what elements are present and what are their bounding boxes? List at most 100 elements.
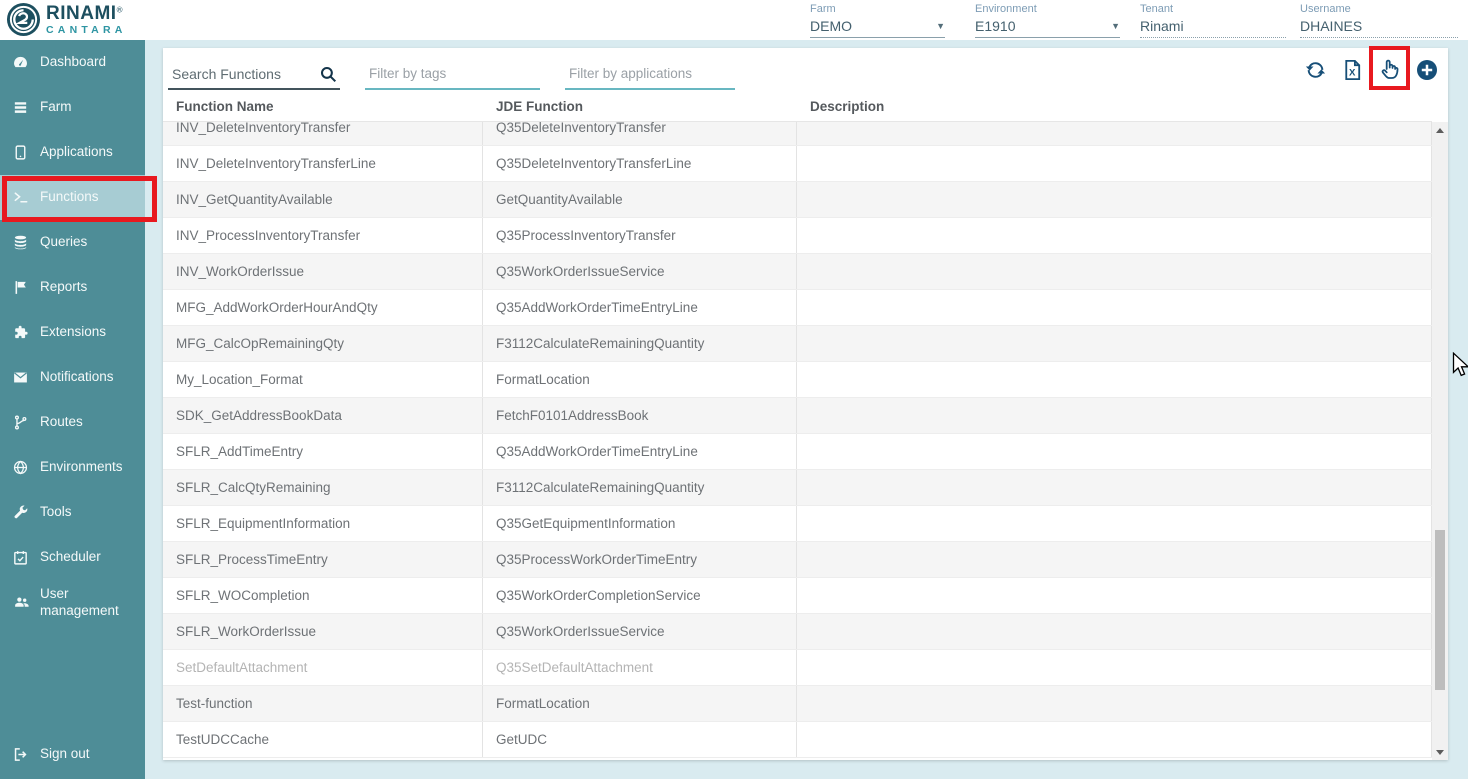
- add-function-button[interactable]: [1415, 58, 1439, 82]
- column-header-function-name: Function Name: [163, 92, 483, 121]
- environment-value: E1910: [975, 18, 1015, 34]
- cell-description: [797, 362, 1432, 397]
- search-functions-field: [168, 54, 340, 90]
- sidebar-item-tools[interactable]: Tools: [0, 490, 145, 535]
- sidebar-item-notifications[interactable]: Notifications: [0, 355, 145, 400]
- functions-table: INV_DeleteInventoryTransferQ35DeleteInve…: [163, 122, 1432, 760]
- username-label: Username: [1300, 3, 1458, 15]
- cell-description: [797, 506, 1432, 541]
- vertical-scrollbar[interactable]: [1432, 122, 1448, 760]
- table-row[interactable]: SFLR_CalcQtyRemainingF3112CalculateRemai…: [163, 470, 1432, 506]
- cell-function-name: My_Location_Format: [163, 362, 483, 397]
- table-row[interactable]: My_Location_FormatFormatLocation: [163, 362, 1432, 398]
- table-row[interactable]: INV_GetQuantityAvailableGetQuantityAvail…: [163, 182, 1432, 218]
- refresh-button[interactable]: [1303, 58, 1328, 82]
- sidebar-item-routes[interactable]: Routes: [0, 400, 145, 445]
- applications-filter-input[interactable]: [565, 54, 735, 85]
- dashboard-icon: [12, 54, 32, 71]
- sidebar-item-environments[interactable]: Environments: [0, 445, 145, 490]
- environment-select[interactable]: Environment E1910 ▼: [975, 3, 1120, 38]
- scrollbar-thumb[interactable]: [1435, 530, 1445, 690]
- tenant-field: Tenant Rinami: [1140, 3, 1286, 38]
- scroll-up-arrow[interactable]: [1432, 122, 1448, 138]
- sidebar: DashboardFarmApplicationsFunctionsQuerie…: [0, 40, 145, 779]
- sign-out-icon: [12, 746, 32, 763]
- refresh-icon: [1303, 58, 1328, 82]
- rinami-logo-icon: [6, 2, 41, 37]
- export-excel-button[interactable]: X: [1341, 58, 1364, 82]
- table-row[interactable]: TestUDCCacheGetUDC: [163, 722, 1432, 758]
- username-value: DHAINES: [1300, 18, 1362, 34]
- table-row[interactable]: INV_DeleteInventoryTransferLineQ35Delete…: [163, 146, 1432, 182]
- scroll-down-arrow[interactable]: [1432, 744, 1448, 760]
- sidebar-item-queries[interactable]: Queries: [0, 220, 145, 265]
- table-row[interactable]: SDK_GetAddressBookDataFetchF0101AddressB…: [163, 398, 1432, 434]
- table-row[interactable]: INV_DeleteInventoryTransferQ35DeleteInve…: [163, 122, 1432, 146]
- sidebar-nav: DashboardFarmApplicationsFunctionsQuerie…: [0, 40, 145, 625]
- terminal-icon: [12, 189, 32, 206]
- cell-jde-function: FetchF0101AddressBook: [483, 398, 797, 433]
- table-row[interactable]: SFLR_ProcessTimeEntryQ35ProcessWorkOrder…: [163, 542, 1432, 578]
- sidebar-item-applications[interactable]: Applications: [0, 130, 145, 175]
- globe-icon: [12, 459, 32, 476]
- cell-description: [797, 434, 1432, 469]
- envelope-icon: [12, 369, 32, 386]
- excel-export-icon: X: [1341, 58, 1364, 82]
- cell-description: [797, 218, 1432, 253]
- cell-description: [797, 686, 1432, 721]
- farm-icon: [12, 99, 32, 116]
- users-icon: [12, 594, 32, 611]
- column-header-description: Description: [797, 92, 1432, 121]
- sidebar-item-functions[interactable]: Functions: [0, 175, 145, 220]
- table-row[interactable]: SFLR_AddTimeEntryQ35AddWorkOrderTimeEntr…: [163, 434, 1432, 470]
- sidebar-item-extensions[interactable]: Extensions: [0, 310, 145, 355]
- table-row[interactable]: SFLR_EquipmentInformationQ35GetEquipment…: [163, 506, 1432, 542]
- cell-function-name: SFLR_CalcQtyRemaining: [163, 470, 483, 505]
- sidebar-item-user-management[interactable]: User management: [0, 580, 145, 625]
- cell-jde-function: Q35ProcessInventoryTransfer: [483, 218, 797, 253]
- cell-function-name: Test-function: [163, 686, 483, 721]
- table-row[interactable]: SFLR_WOCompletionQ35WorkOrderCompletionS…: [163, 578, 1432, 614]
- cell-jde-function: Q35ProcessWorkOrderTimeEntry: [483, 542, 797, 577]
- sidebar-item-reports[interactable]: Reports: [0, 265, 145, 310]
- cell-jde-function: F3112CalculateRemainingQuantity: [483, 326, 797, 361]
- puzzle-icon: [12, 324, 32, 341]
- cell-function-name: INV_GetQuantityAvailable: [163, 182, 483, 217]
- database-icon: [12, 234, 32, 251]
- cell-function-name: SDK_GetAddressBookData: [163, 398, 483, 433]
- cell-description: [797, 614, 1432, 649]
- search-input[interactable]: [168, 54, 306, 86]
- sidebar-item-sign-out[interactable]: Sign out: [0, 732, 145, 777]
- chevron-down-icon: ▼: [936, 21, 945, 31]
- table-row[interactable]: INV_ProcessInventoryTransferQ35ProcessIn…: [163, 218, 1432, 254]
- cell-function-name: SFLR_ProcessTimeEntry: [163, 542, 483, 577]
- search-icon: [319, 65, 338, 84]
- cell-jde-function: Q35DeleteInventoryTransfer: [483, 122, 797, 145]
- cell-function-name: SetDefaultAttachment: [163, 650, 483, 685]
- table-row[interactable]: SFLR_WorkOrderIssueQ35WorkOrderIssueServ…: [163, 614, 1432, 650]
- pointer-mode-button[interactable]: [1377, 57, 1402, 82]
- table-row[interactable]: MFG_AddWorkOrderHourAndQtyQ35AddWorkOrde…: [163, 290, 1432, 326]
- filter-by-tags-field: [365, 54, 540, 90]
- sidebar-item-scheduler[interactable]: Scheduler: [0, 535, 145, 580]
- farm-select[interactable]: Farm DEMO▼: [810, 3, 945, 38]
- table-row[interactable]: INV_WorkOrderIssueQ35WorkOrderIssueServi…: [163, 254, 1432, 290]
- chevron-down-icon: ▼: [1111, 21, 1120, 31]
- sidebar-item-dashboard[interactable]: Dashboard: [0, 40, 145, 85]
- cell-jde-function: Q35WorkOrderIssueService: [483, 614, 797, 649]
- table-row[interactable]: SetDefaultAttachmentQ35SetDefaultAttachm…: [163, 650, 1432, 686]
- cell-function-name: SFLR_AddTimeEntry: [163, 434, 483, 469]
- table-row[interactable]: Test-functionFormatLocation: [163, 686, 1432, 722]
- tags-filter-input[interactable]: [365, 54, 540, 85]
- cell-description: [797, 254, 1432, 289]
- cell-jde-function: Q35WorkOrderIssueService: [483, 254, 797, 289]
- cell-description: [797, 578, 1432, 613]
- brand-logo: RINAMI® CANTARA: [6, 2, 127, 37]
- cell-function-name: MFG_AddWorkOrderHourAndQty: [163, 290, 483, 325]
- functions-panel: X Function Name JDE Function Description…: [163, 48, 1448, 760]
- sidebar-item-farm[interactable]: Farm: [0, 85, 145, 130]
- table-row[interactable]: MFG_CalcOpRemainingQtyF3112CalculateRema…: [163, 326, 1432, 362]
- environment-label: Environment: [975, 3, 1120, 15]
- wrench-icon: [12, 504, 32, 521]
- column-header-jde-function: JDE Function: [483, 92, 797, 121]
